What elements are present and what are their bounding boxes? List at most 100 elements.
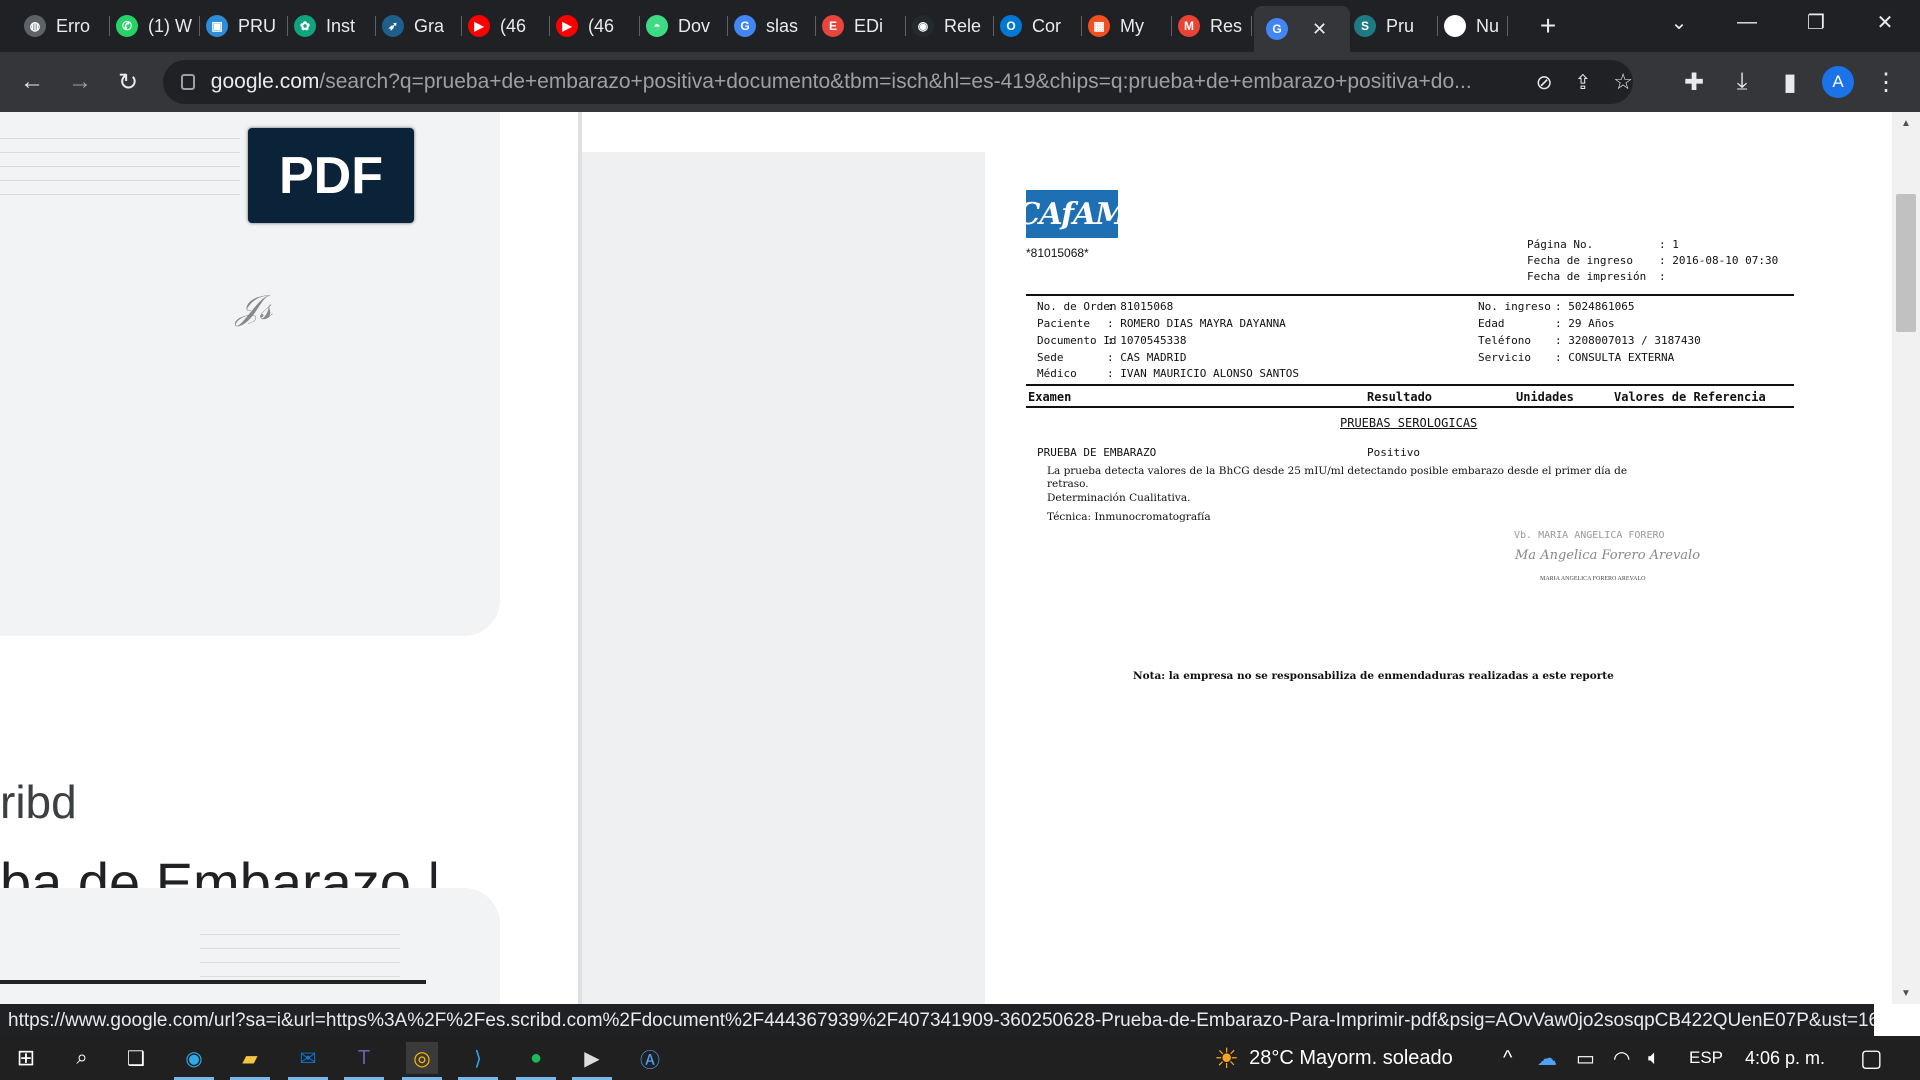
tab-5[interactable]: ➶ Gra (378, 6, 462, 46)
wifi-icon[interactable]: ◠ (1613, 1036, 1630, 1080)
restore-button[interactable]: ❐ (1783, 0, 1849, 44)
doc-id-value: : 1070545338 (1107, 334, 1187, 347)
doctor-label: Médico (1037, 367, 1077, 380)
spotify-icon[interactable]: ● (516, 1042, 556, 1080)
extensions-icon[interactable]: ✚ (1678, 66, 1710, 98)
address-bar[interactable]: google.com/search?q=prueba+de+embarazo+p… (163, 60, 1633, 104)
page-value: : 1 (1659, 238, 1679, 251)
barcode-text: *81015068* (1026, 246, 1089, 260)
tab-1[interactable]: ◍ Erro (20, 6, 110, 46)
signature: Ma Angelica Forero Arevalo (1515, 548, 1701, 563)
url-text[interactable]: google.com/search?q=prueba+de+embarazo+p… (211, 70, 1528, 94)
tab-label: Res (1210, 15, 1243, 36)
tab-separator (815, 16, 816, 36)
tab-8[interactable]: ◓ Dov (642, 6, 728, 46)
google-icon: G (734, 15, 756, 37)
download-icon[interactable]: ⤓ (1726, 66, 1758, 98)
tab-9[interactable]: Gslas (730, 6, 816, 46)
tab-separator (1171, 16, 1172, 36)
tab-14[interactable]: M Res (1174, 6, 1252, 46)
eye-off-icon[interactable]: ⊘ (1536, 70, 1553, 95)
weather-text: 28°C Mayorm. soleado (1249, 1046, 1453, 1069)
side-panel-icon[interactable]: ▮ (1774, 66, 1806, 98)
reload-button[interactable]: ↻ (112, 66, 144, 98)
tab-2[interactable]: ✆ (1) W (112, 6, 200, 46)
patient-value: : ROMERO DIAS MAYRA DAYANNA (1107, 317, 1286, 330)
thumbnail-text-lines (0, 132, 240, 202)
notifications-icon[interactable]: ▢ (1860, 1036, 1883, 1080)
tab-10[interactable]: E EDi (818, 6, 906, 46)
tab-11[interactable]: ◉ Rele (908, 6, 994, 46)
test-name: PRUEBA DE EMBARAZO (1037, 446, 1157, 459)
tray-overflow-icon[interactable]: ^ (1503, 1036, 1512, 1080)
chrome-icon[interactable]: ◎ (402, 1042, 442, 1080)
share-icon[interactable]: ⇪ (1575, 70, 1592, 95)
tab-label: (46 (500, 15, 527, 36)
scroll-down-arrow[interactable]: ▼ (1892, 982, 1920, 1004)
tab-label: Pru (1386, 15, 1415, 36)
tab-13[interactable]: ▦ My (1084, 6, 1172, 46)
profile-avatar[interactable]: A (1822, 66, 1854, 98)
onedrive-icon[interactable]: ☁ (1537, 1036, 1557, 1080)
header-rule (1026, 294, 1794, 296)
menu-kebab-icon[interactable]: ⋮ (1870, 66, 1902, 98)
footer-note: Nota: la empresa no se responsabiliza de… (1133, 670, 1614, 682)
task-view-icon[interactable]: ❑ (120, 1042, 152, 1074)
weather-widget[interactable]: ☀ 28°C Mayorm. soleado (1214, 1036, 1453, 1080)
tab-label: Nu (1476, 15, 1500, 36)
forward-button[interactable]: → (64, 66, 96, 98)
scroll-up-arrow[interactable]: ▲ (1892, 112, 1920, 134)
minimize-button[interactable]: — (1714, 0, 1780, 44)
clock[interactable]: 4:06 p. m. (1745, 1036, 1825, 1080)
github-icon: ◉ (912, 15, 934, 37)
vertical-scrollbar[interactable]: ▲ ▼ (1892, 112, 1920, 1004)
bookmark-star-icon[interactable]: ☆ (1613, 69, 1633, 95)
tab-15[interactable]: G ✕ (1254, 6, 1350, 52)
tab-separator (727, 16, 728, 36)
thumbnail-rule (0, 980, 426, 984)
result-site[interactable]: ribd (0, 775, 77, 829)
outlook-icon[interactable]: ✉ (288, 1042, 328, 1080)
result-thumbnail[interactable]: PDF 𝒥𝓈 (0, 112, 500, 636)
tab-label: EDi (854, 15, 884, 36)
edge-icon[interactable]: ◉ (174, 1042, 214, 1080)
back-button[interactable]: ← (16, 66, 48, 98)
close-tab-icon[interactable]: ✕ (1312, 19, 1327, 40)
tab-label: Cor (1032, 15, 1062, 36)
battery-icon[interactable]: ▭ (1576, 1036, 1595, 1080)
test-note-2: retraso. (1047, 478, 1089, 490)
tab-separator (639, 16, 640, 36)
tab-3[interactable]: ▣ PRU (202, 6, 288, 46)
tab-6[interactable]: ▶ (46 (464, 6, 550, 46)
media-player-icon[interactable]: ▶ (572, 1042, 612, 1080)
browser-toolbar: ← → ↻ google.com/search?q=prueba+de+emba… (0, 52, 1920, 112)
language-indicator[interactable]: ESP (1689, 1036, 1723, 1080)
app-store-icon[interactable]: Ⓐ (634, 1042, 666, 1074)
new-tab-button[interactable]: + (1532, 10, 1564, 42)
tab-16[interactable]: S Pru (1350, 6, 1438, 46)
windows-start-icon[interactable]: ⊞ (10, 1042, 42, 1074)
teams-icon[interactable]: T (344, 1042, 384, 1080)
file-explorer-icon[interactable]: ▰ (230, 1042, 270, 1080)
lock-icon[interactable] (181, 74, 195, 90)
result-thumbnail-2[interactable] (0, 888, 500, 1004)
print-date-value: : (1659, 270, 1666, 283)
volume-icon[interactable]: 🔈︎ (1648, 1036, 1660, 1080)
whatsapp-icon: ✆ (116, 15, 138, 37)
search-icon[interactable]: ⌕ (66, 1042, 98, 1074)
tab-17[interactable]: ✿ Nu (1440, 6, 1508, 46)
outlook-icon: O (1000, 15, 1022, 37)
service-label: Servicio (1478, 351, 1531, 364)
scroll-thumb[interactable] (1896, 194, 1916, 332)
tab-separator (1081, 16, 1082, 36)
tab-7[interactable]: ▶ (46 (552, 6, 640, 46)
link-status-bar: https://www.google.com/url?sa=i&url=http… (0, 1004, 1874, 1036)
doc-id-label: Documento Id (1037, 334, 1117, 347)
tab-12[interactable]: O Cor (996, 6, 1082, 46)
tab-search-icon[interactable]: ⌄ (1646, 0, 1712, 44)
close-window-button[interactable]: ✕ (1852, 0, 1918, 44)
tab-4[interactable]: ✿ Inst (290, 6, 376, 46)
vscode-icon[interactable]: ⟩ (458, 1042, 498, 1080)
document-preview-image[interactable]: CAfAM *81015068* Página No. : 1 Fecha de… (985, 152, 1857, 1004)
tab-label: (46 (588, 15, 615, 36)
